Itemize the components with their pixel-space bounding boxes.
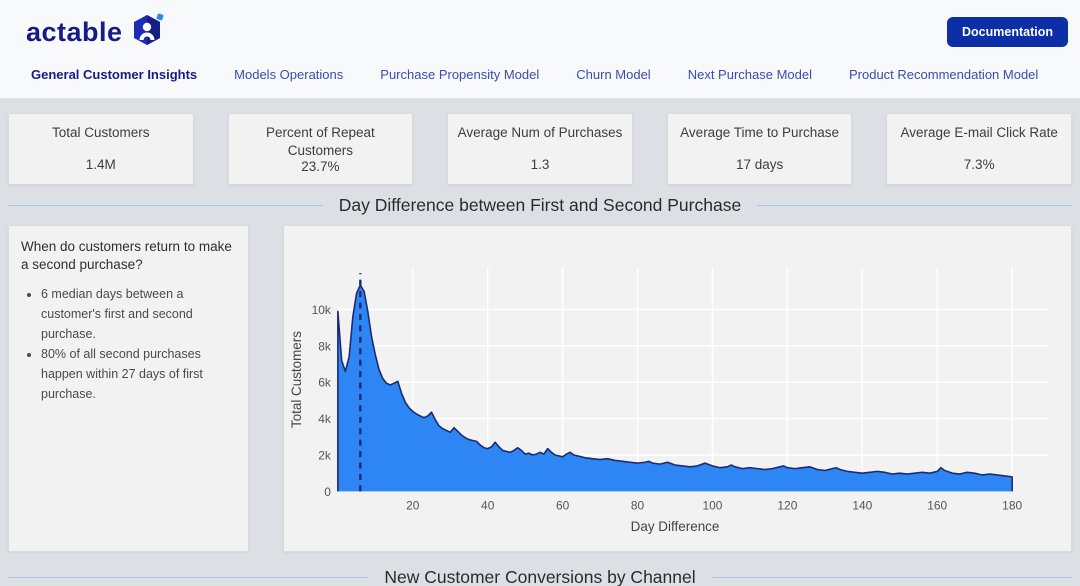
y-tick-label: 8k <box>318 339 331 353</box>
insight-question: When do customers return to make a secon… <box>21 239 232 273</box>
main-nav: General Customer Insights Models Operati… <box>0 52 1080 96</box>
kpi-value: 1.3 <box>530 157 550 172</box>
section-divider-line <box>711 576 1072 578</box>
x-tick-label: 20 <box>406 498 420 512</box>
kpi-value: 23.7% <box>301 159 340 175</box>
x-tick-label: 120 <box>777 498 797 512</box>
x-tick-label: 100 <box>702 498 722 512</box>
x-tick-label: 80 <box>631 498 645 512</box>
bottom-section-title: New Customer Conversions by Channel <box>384 566 696 586</box>
kpi-title: Average E-mail Click Rate <box>900 125 1058 140</box>
section-header-day-difference: Day Difference between First and Second … <box>0 185 1080 225</box>
y-tick-label: 2k <box>318 448 331 462</box>
x-tick-label: 60 <box>556 498 570 512</box>
insight-bullet-list: 6 median days between a customer's first… <box>41 284 236 404</box>
tab-general-customer-insights[interactable]: General Customer Insights <box>31 67 197 82</box>
section-divider-line <box>8 576 369 578</box>
tab-product-recommendation-model[interactable]: Product Recommendation Model <box>849 67 1038 82</box>
y-axis-title: Total Customers <box>289 331 304 428</box>
y-tick-label: 4k <box>318 412 331 426</box>
area-series-fill <box>337 285 1013 492</box>
tab-next-purchase-model[interactable]: Next Purchase Model <box>688 67 812 82</box>
header-top-row: actable Documentation <box>0 0 1080 52</box>
kpi-row: Total Customers 1.4M Percent of Repeat C… <box>0 99 1080 185</box>
x-tick-label: 180 <box>1002 498 1022 512</box>
section-title: Day Difference between First and Second … <box>338 194 742 215</box>
section-header-new-customer-conversions: New Customer Conversions by Channel <box>0 560 1080 586</box>
logo-wordmark: actable <box>26 16 123 47</box>
tab-models-operations[interactable]: Models Operations <box>234 67 343 82</box>
kpi-total-customers: Total Customers 1.4M <box>8 113 194 185</box>
day-difference-chart: 0 2k 4k 6k 8k 10k 20 40 60 80 100 120 140 160 180 Total… <box>289 267 1050 534</box>
kpi-value: 7.3% <box>963 157 995 172</box>
actable-logo-icon <box>129 12 165 53</box>
y-tick-label: 6k <box>318 376 331 390</box>
kpi-percent-repeat-customers: Percent of Repeat Customers 23.7% <box>227 113 414 185</box>
section-divider-line <box>8 204 323 206</box>
documentation-button[interactable]: Documentation <box>947 17 1068 47</box>
y-tick-label: 0 <box>324 485 331 499</box>
x-tick-label: 140 <box>852 498 872 512</box>
x-axis-title: Day Difference <box>631 519 720 534</box>
kpi-value: 1.4M <box>85 157 116 172</box>
insight-panel: When do customers return to make a secon… <box>8 225 249 552</box>
kpi-average-num-purchases: Average Num of Purchases 1.3 <box>447 113 633 185</box>
x-tick-label: 40 <box>481 498 495 512</box>
kpi-average-email-click-rate: Average E-mail Click Rate 7.3% <box>886 113 1072 185</box>
chart-panel: 0 2k 4k 6k 8k 10k 20 40 60 80 100 120 140 160 180 Total… <box>283 225 1072 552</box>
tab-churn-model[interactable]: Churn Model <box>576 67 650 82</box>
insight-bullet: 6 median days between a customer's first… <box>41 284 236 344</box>
x-tick-label: 160 <box>927 498 947 512</box>
kpi-title: Average Num of Purchases <box>457 125 623 140</box>
tab-purchase-propensity-model[interactable]: Purchase Propensity Model <box>380 67 539 82</box>
insight-bullet: 80% of all second purchases happen withi… <box>41 344 236 404</box>
day-difference-content: When do customers return to make a secon… <box>0 225 1080 552</box>
kpi-title: Total Customers <box>52 125 150 140</box>
app-header: actable Documentation General Customer I… <box>0 0 1080 99</box>
y-tick-label: 10k <box>312 303 331 317</box>
section-divider-line <box>757 204 1072 206</box>
kpi-title: Percent of Repeat Customers <box>265 125 375 158</box>
kpi-title: Average Time to Purchase <box>680 125 840 140</box>
kpi-average-time-to-purchase: Average Time to Purchase 17 days <box>666 113 853 185</box>
kpi-value: 17 days <box>735 157 784 172</box>
actable-logo: actable <box>26 12 165 53</box>
